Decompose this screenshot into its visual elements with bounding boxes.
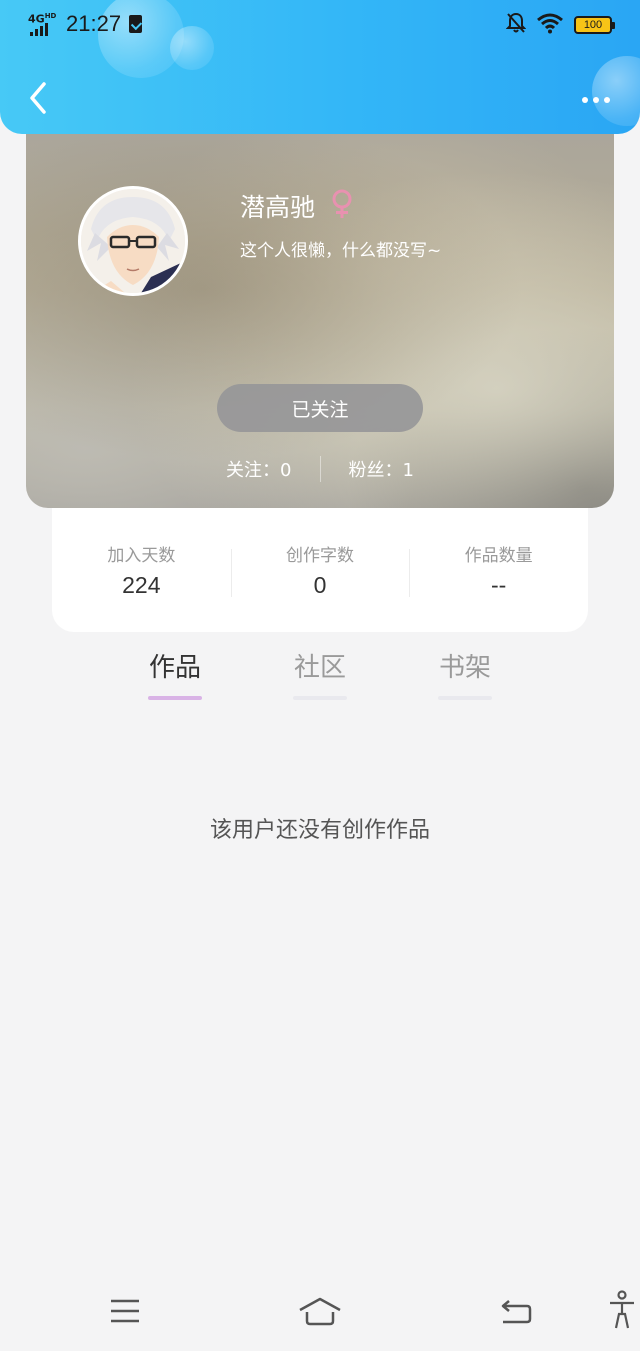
stat-works-count: 作品数量 -- bbox=[409, 541, 588, 599]
stat-value: 224 bbox=[122, 572, 161, 598]
stat-value: 0 bbox=[313, 572, 327, 598]
home-icon bbox=[297, 1296, 343, 1330]
followers-stat[interactable]: 粉丝：1 bbox=[349, 456, 414, 482]
nickname: 潜高驰 bbox=[240, 193, 316, 222]
stat-label: 创作字数 bbox=[286, 546, 354, 566]
empty-state-message: 该用户还没有创作作品 bbox=[209, 818, 430, 843]
network-sup: HD bbox=[44, 12, 57, 20]
stat-value: -- bbox=[491, 572, 507, 598]
tab-label: 作品 bbox=[148, 653, 201, 683]
tab-works[interactable]: 作品 bbox=[135, 650, 215, 700]
back-button[interactable] bbox=[18, 78, 58, 122]
female-icon bbox=[331, 189, 353, 223]
stats-card: 加入天数 224 创作字数 0 作品数量 -- bbox=[52, 508, 588, 632]
tab-underline bbox=[438, 696, 492, 700]
status-time: 21:27 bbox=[66, 11, 122, 36]
more-dots-icon bbox=[604, 97, 610, 103]
accessibility-button[interactable] bbox=[604, 1289, 640, 1335]
follow-stats: 关注：0 粉丝：1 bbox=[26, 456, 614, 482]
stat-label: 作品数量 bbox=[464, 546, 533, 566]
avatar[interactable] bbox=[78, 186, 188, 296]
stat-join-days: 加入天数 224 bbox=[52, 541, 231, 599]
sim-card-icon bbox=[129, 15, 143, 33]
stat-label: 加入天数 bbox=[107, 546, 176, 566]
following-count: 0 bbox=[280, 460, 292, 481]
tab-community[interactable]: 社区 bbox=[280, 650, 360, 700]
more-dots-icon bbox=[582, 97, 588, 103]
more-options-button[interactable] bbox=[574, 82, 618, 118]
stat-divider bbox=[319, 456, 321, 482]
tab-label: 书架 bbox=[438, 653, 491, 683]
followers-count: 1 bbox=[402, 460, 414, 481]
follow-button[interactable]: 已关注 bbox=[217, 384, 423, 432]
bio-text: 这个人很懒，什么都没写~ bbox=[240, 241, 442, 261]
tab-bookshelf[interactable]: 书架 bbox=[425, 650, 505, 700]
tab-label: 社区 bbox=[293, 653, 346, 683]
tab-underline bbox=[148, 696, 202, 700]
stat-word-count: 创作字数 0 bbox=[230, 541, 410, 599]
header-bar: 4GHD 21:27 100 bbox=[0, 0, 640, 134]
bell-off-icon bbox=[505, 12, 527, 38]
profile-card: 潜高驰 这个人很懒，什么都没写~ 已关注 关注：0 粉丝：1 bbox=[26, 110, 614, 508]
home-button[interactable] bbox=[294, 1293, 346, 1333]
accessibility-icon bbox=[607, 1290, 637, 1334]
more-dots-icon bbox=[593, 97, 599, 103]
chevron-left-icon bbox=[28, 82, 48, 118]
status-bar: 4GHD 21:27 100 bbox=[0, 0, 640, 50]
followers-label: 粉丝： bbox=[348, 460, 403, 481]
following-stat[interactable]: 关注：0 bbox=[226, 456, 291, 482]
menu-button[interactable] bbox=[104, 1293, 146, 1333]
menu-icon bbox=[109, 1298, 141, 1328]
signal-icon: 4GHD bbox=[28, 10, 58, 38]
wifi-icon bbox=[536, 12, 564, 38]
content-tabs: 作品 社区 书架 bbox=[0, 650, 640, 710]
battery-indicator: 100 bbox=[574, 16, 615, 34]
back-arrow-icon bbox=[499, 1297, 533, 1329]
following-label: 关注： bbox=[226, 460, 281, 481]
system-nav-bar bbox=[0, 1275, 640, 1351]
tab-underline bbox=[293, 696, 347, 700]
back-nav-button[interactable] bbox=[496, 1293, 536, 1333]
